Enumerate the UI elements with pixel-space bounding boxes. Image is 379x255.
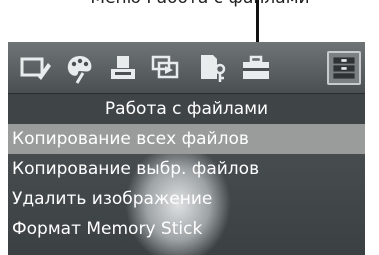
edit-slide-icon[interactable]	[18, 51, 52, 85]
callout-label: Меню Работа с файлами	[70, 0, 330, 8]
print-icon[interactable]	[106, 51, 140, 85]
toolbar	[8, 42, 365, 94]
camera-screen: Работа с файлами Копирование всех файлов…	[8, 42, 365, 255]
menu-title: Работа с файлами	[8, 94, 365, 124]
file-menu: Работа с файлами Копирование всех файлов…	[8, 94, 365, 244]
protect-file-icon[interactable]	[195, 51, 229, 85]
file-work-icon[interactable]	[327, 51, 361, 85]
palette-icon[interactable]	[63, 51, 97, 85]
menu-item-copy-selected[interactable]: Копирование выбр. файлов	[8, 154, 365, 184]
menu-item-delete-image[interactable]: Удалить изображение	[8, 184, 365, 214]
menu-item-format-memory-stick[interactable]: Формат Memory Stick	[8, 214, 365, 244]
menu-item-copy-all[interactable]: Копирование всех файлов	[8, 124, 365, 154]
slideshow-icon[interactable]	[149, 51, 183, 85]
toolbox-icon[interactable]	[239, 51, 273, 85]
